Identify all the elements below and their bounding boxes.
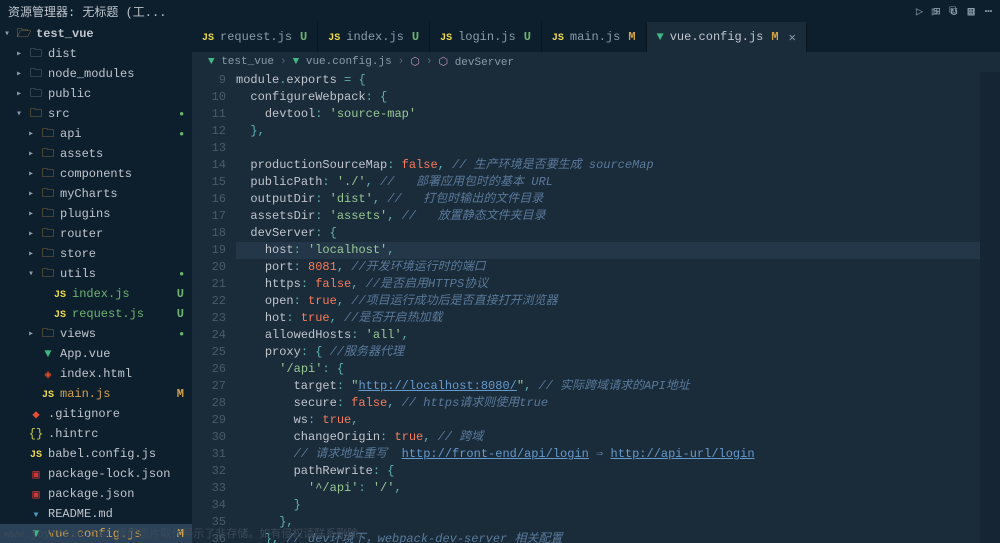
titlebar: 资源管理器: 无标题 (工... ▷ ⊞ ↻ ⊟ ⋯ [0, 0, 1000, 22]
folder-public[interactable]: ▸🗀public [0, 84, 192, 104]
file-README-md[interactable]: ▾README.md [0, 504, 192, 524]
code-line-11[interactable]: devtool: 'source-map' [236, 106, 980, 123]
code-line-32[interactable]: pathRewrite: { [236, 463, 980, 480]
folder-views[interactable]: ▸🗀views● [0, 324, 192, 344]
code-line-31[interactable]: // 请求地址重写 http://front-end/api/login ⇒ h… [236, 446, 980, 463]
code-line-28[interactable]: secure: false, // https请求则使用true [236, 395, 980, 412]
code-line-33[interactable]: '^/api': '/', [236, 480, 980, 497]
folder-router[interactable]: ▸🗀router [0, 224, 192, 244]
file-request-js[interactable]: JSrequest.jsU [0, 304, 192, 324]
folder-myCharts[interactable]: ▸🗀myCharts [0, 184, 192, 204]
breadcrumb-item[interactable]: ▼ vue.config.js [293, 56, 392, 68]
file-icon: JS [440, 30, 452, 44]
title-text: 资源管理器: 无标题 (工... [8, 3, 166, 20]
breadcrumb-item[interactable]: ⬡ devServer [439, 55, 515, 69]
folder-assets[interactable]: ▸🗀assets [0, 144, 192, 164]
tab-status: U [524, 30, 531, 44]
folder-dist[interactable]: ▸🗀dist [0, 44, 192, 64]
code-line-29[interactable]: ws: true, [236, 412, 980, 429]
new-file-icon[interactable]: ▷ [916, 4, 923, 19]
file-package-lock-json[interactable]: ▣package-lock.json [0, 464, 192, 484]
tab-label: vue.config.js [670, 30, 764, 44]
tab-index-js[interactable]: JS index.js U [318, 22, 430, 52]
folder-store[interactable]: ▸🗀store [0, 244, 192, 264]
file-main-js[interactable]: JSmain.jsM [0, 384, 192, 404]
code-line-15[interactable]: publicPath: './', // 部署应用包时的基本 URL [236, 174, 980, 191]
tab-label: index.js [346, 30, 404, 44]
file-index-js[interactable]: JSindex.jsU [0, 284, 192, 304]
code-line-9[interactable]: module.exports = { [236, 72, 980, 89]
code-line-19[interactable]: host: 'localhost', [236, 242, 980, 259]
code-line-10[interactable]: configureWebpack: { [236, 89, 980, 106]
folder-utils[interactable]: ▾🗀utils● [0, 264, 192, 284]
editor-tabs: JS request.js U JS index.js U JS login.js U JS mai… [192, 22, 1000, 52]
line-gutter: 9101112131415161718192021222324252627282… [192, 72, 236, 543]
code-line-18[interactable]: devServer: { [236, 225, 980, 242]
breadcrumb-item[interactable]: ▼ test_vue [208, 56, 274, 68]
close-icon[interactable]: ✕ [789, 30, 796, 45]
code-line-14[interactable]: productionSourceMap: false, // 生产环境是否要生成… [236, 157, 980, 174]
tab-status: M [771, 30, 778, 44]
tab-status: U [412, 30, 419, 44]
file-icon: JS [552, 30, 564, 44]
folder-components[interactable]: ▸🗀components [0, 164, 192, 184]
code-line-22[interactable]: open: true, //项目运行成功后是否直接打开浏览器 [236, 293, 980, 310]
editor-area: JS request.js U JS index.js U JS login.js U JS mai… [192, 22, 1000, 543]
file-icon: ▼ [657, 30, 664, 44]
code-line-20[interactable]: port: 8081, //开发环境运行时的端口 [236, 259, 980, 276]
code-line-12[interactable]: }, [236, 123, 980, 140]
code-line-27[interactable]: target: "http://localhost:8080/", // 实际跨… [236, 378, 980, 395]
file-package-json[interactable]: ▣package.json [0, 484, 192, 504]
code-line-17[interactable]: assetsDir: 'assets', // 放置静态文件夹目录 [236, 208, 980, 225]
code-line-16[interactable]: outputDir: 'dist', // 打包时输出的文件目录 [236, 191, 980, 208]
tab-main-js[interactable]: JS main.js M [542, 22, 647, 52]
tab-label: main.js [570, 30, 620, 44]
tab-vue-config-js[interactable]: ▼ vue.config.js M ✕ [647, 22, 807, 52]
file--hintrc[interactable]: {}.hintrc [0, 424, 192, 444]
code-line-25[interactable]: proxy: { //服务器代理 [236, 344, 980, 361]
minimap[interactable] [980, 72, 1000, 543]
footer-watermark: www.joymobiu.com 提醒图片取代展示了非存储。如有侵权请联系删除。 [4, 525, 369, 541]
file-icon: JS [328, 30, 340, 44]
code-line-30[interactable]: changeOrigin: true, // 跨域 [236, 429, 980, 446]
file-index-html[interactable]: ◈index.html [0, 364, 192, 384]
file-babel-config-js[interactable]: JSbabel.config.js [0, 444, 192, 464]
folder-node_modules[interactable]: ▸🗀node_modules [0, 64, 192, 84]
code-line-24[interactable]: allowedHosts: 'all', [236, 327, 980, 344]
tab-login-js[interactable]: JS login.js U [430, 22, 542, 52]
folder-plugins[interactable]: ▸🗀plugins [0, 204, 192, 224]
code-editor[interactable]: 9101112131415161718192021222324252627282… [192, 72, 1000, 543]
file-explorer: ▾🗁test_vue▸🗀dist▸🗀node_modules▸🗀public▾🗀… [0, 22, 192, 543]
tab-label: request.js [220, 30, 292, 44]
code-line-34[interactable]: } [236, 497, 980, 514]
file-icon: JS [202, 30, 214, 44]
tab-label: login.js [458, 30, 516, 44]
folder-api[interactable]: ▸🗀api● [0, 124, 192, 144]
tab-status: U [300, 30, 307, 44]
tab-status: M [628, 30, 635, 44]
folder-src[interactable]: ▾🗀src● [0, 104, 192, 124]
file-App-vue[interactable]: ▼App.vue [0, 344, 192, 364]
code-line-26[interactable]: '/api': { [236, 361, 980, 378]
code-line-13[interactable] [236, 140, 980, 157]
code-content[interactable]: module.exports = { configureWebpack: { d… [236, 72, 980, 543]
code-line-23[interactable]: hot: true, //是否开启热加载 [236, 310, 980, 327]
breadcrumb-item[interactable]: ⬡ [410, 55, 420, 69]
file--gitignore[interactable]: ◆.gitignore [0, 404, 192, 424]
tab-request-js[interactable]: JS request.js U [192, 22, 318, 52]
code-line-21[interactable]: https: false, //是否启用HTTPS协议 [236, 276, 980, 293]
breadcrumbs[interactable]: ▼ test_vue›▼ vue.config.js›⬡ ›⬡ devServe… [192, 52, 1000, 72]
tree-root[interactable]: ▾🗁test_vue [0, 24, 192, 44]
